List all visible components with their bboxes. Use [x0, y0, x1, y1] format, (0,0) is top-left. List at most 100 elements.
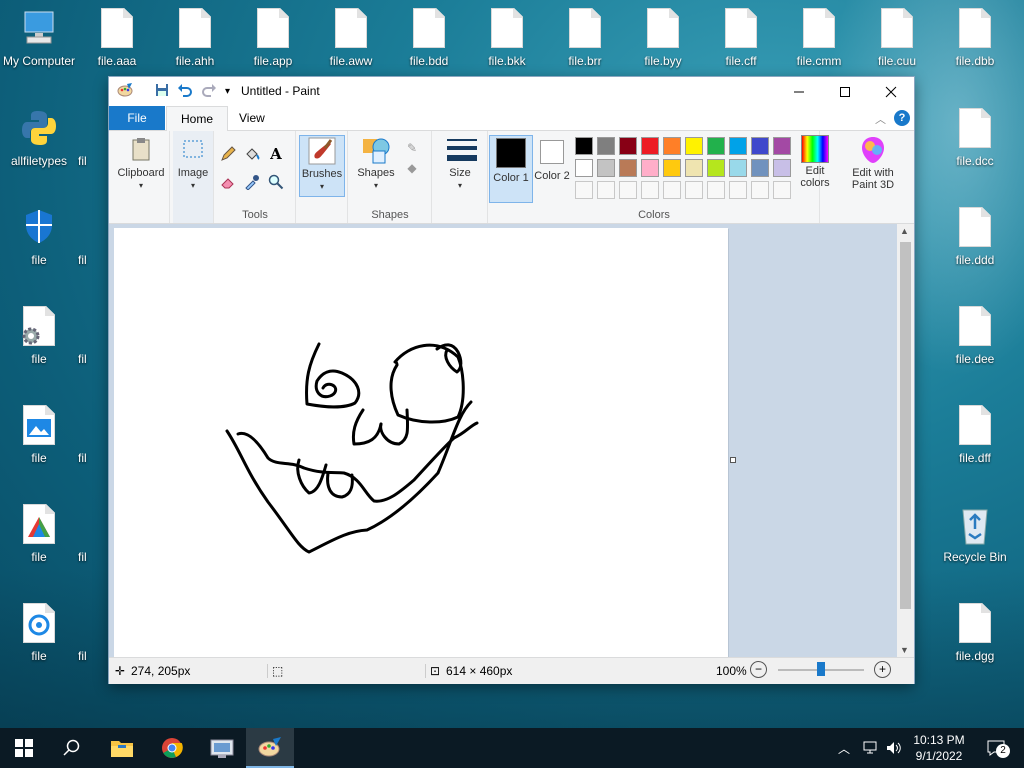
shape-fill-icon[interactable]: ◆	[403, 159, 421, 177]
tab-file[interactable]: File	[109, 106, 165, 130]
palette-custom-slot[interactable]	[773, 181, 791, 199]
palette-custom-slot[interactable]	[751, 181, 769, 199]
palette-color-swatch[interactable]	[641, 137, 659, 155]
palette-color-swatch[interactable]	[707, 137, 725, 155]
desktop-file-icon[interactable]: file.ddd	[936, 207, 1014, 267]
palette-color-swatch[interactable]	[575, 159, 593, 177]
title-bar[interactable]: ▾ Untitled - Paint	[109, 77, 914, 106]
edit-with-paint3d-button[interactable]: Edit with Paint 3D	[845, 135, 901, 191]
start-button[interactable]	[0, 728, 48, 768]
palette-color-swatch[interactable]	[663, 159, 681, 177]
palette-custom-slot[interactable]	[663, 181, 681, 199]
palette-custom-slot[interactable]	[575, 181, 593, 199]
palette-custom-slot[interactable]	[685, 181, 703, 199]
search-button[interactable]	[48, 728, 96, 768]
eraser-icon[interactable]	[219, 173, 237, 191]
palette-color-swatch[interactable]	[575, 137, 593, 155]
desktop-file-icon[interactable]: file.cff	[702, 8, 780, 68]
desktop-icon-file-shield[interactable]: file	[0, 207, 78, 267]
fill-bucket-icon[interactable]	[243, 145, 261, 163]
help-icon[interactable]: ?	[894, 110, 910, 126]
desktop-file-icon[interactable]: file.byy	[624, 8, 702, 68]
tab-view[interactable]: View	[225, 106, 279, 130]
pencil-icon[interactable]	[219, 145, 237, 163]
brushes-button[interactable]: Brushes ▾	[299, 135, 345, 197]
drawing-canvas[interactable]	[114, 228, 728, 657]
vertical-scrollbar[interactable]: ▲ ▼	[897, 224, 914, 657]
scroll-down-icon[interactable]: ▼	[900, 645, 909, 655]
desktop-icon-file-prism[interactable]: file	[0, 504, 78, 564]
undo-icon[interactable]	[177, 83, 193, 100]
desktop-icon-my-computer[interactable]: My Computer	[0, 8, 78, 68]
desktop-file-icon[interactable]: file.dgg	[936, 603, 1014, 663]
network-icon[interactable]	[862, 728, 878, 768]
palette-color-swatch[interactable]	[729, 137, 747, 155]
tab-home[interactable]: Home	[166, 106, 229, 131]
size-button[interactable]: Size ▾	[437, 135, 483, 191]
desktop-file-icon[interactable]: file.dff	[936, 405, 1014, 465]
text-tool-icon[interactable]: A	[267, 145, 285, 163]
maximize-button[interactable]	[822, 77, 868, 106]
palette-color-swatch[interactable]	[773, 137, 791, 155]
desktop-file-icon[interactable]: file.aww	[312, 8, 390, 68]
palette-custom-slot[interactable]	[729, 181, 747, 199]
palette-color-swatch[interactable]	[619, 137, 637, 155]
palette-color-swatch[interactable]	[663, 137, 681, 155]
save-icon[interactable]	[155, 83, 169, 100]
desktop-file-icon[interactable]: file.brr	[546, 8, 624, 68]
desktop-file-icon[interactable]: file.app	[234, 8, 312, 68]
zoom-slider[interactable]	[778, 662, 864, 676]
canvas-resize-handle[interactable]	[730, 457, 736, 463]
minimize-button[interactable]	[776, 77, 822, 106]
desktop-file-icon[interactable]: file.ahh	[156, 8, 234, 68]
palette-color-swatch[interactable]	[597, 159, 615, 177]
color1-button[interactable]: Color 1	[489, 135, 533, 203]
palette-color-swatch[interactable]	[751, 159, 769, 177]
desktop-icon-file-disc[interactable]: file	[0, 603, 78, 663]
paint-window[interactable]: ▾ Untitled - Paint File Home View ︿ ? Cl…	[109, 77, 914, 684]
action-center-button[interactable]: 2	[982, 728, 1010, 768]
palette-color-swatch[interactable]	[685, 159, 703, 177]
color2-button[interactable]: Color 2	[533, 135, 571, 182]
volume-icon[interactable]	[886, 728, 902, 768]
edit-colors-button[interactable]: Edit colors	[795, 135, 835, 189]
desktop-icon-file-gear[interactable]: file	[0, 306, 78, 366]
palette-color-swatch[interactable]	[641, 159, 659, 177]
desktop-file-icon[interactable]: file.dbb	[936, 8, 1014, 68]
desktop-file-icon[interactable]: file.dcc	[936, 108, 1014, 168]
paint-app-icon[interactable]	[117, 82, 133, 101]
desktop-icon-allfiletypes[interactable]: allfiletypes	[0, 108, 78, 168]
show-hidden-icons-button[interactable]: ︿	[838, 728, 850, 768]
palette-color-swatch[interactable]	[685, 137, 703, 155]
palette-color-swatch[interactable]	[751, 137, 769, 155]
palette-custom-slot[interactable]	[619, 181, 637, 199]
palette-custom-slot[interactable]	[707, 181, 725, 199]
close-button[interactable]	[868, 77, 914, 106]
control-panel-button[interactable]	[198, 728, 246, 768]
scrollbar-thumb[interactable]	[900, 242, 911, 609]
desktop-file-icon[interactable]: file.aaa	[78, 8, 156, 68]
desktop-file-icon[interactable]: file.bkk	[468, 8, 546, 68]
chrome-button[interactable]	[148, 728, 196, 768]
outline-icon[interactable]: ✎	[403, 139, 421, 157]
palette-color-swatch[interactable]	[773, 159, 791, 177]
clipboard-button[interactable]: Clipboard ▾	[113, 135, 169, 191]
desktop-file-icon[interactable]: file.dee	[936, 306, 1014, 366]
customize-toolbar-icon[interactable]: ▾	[225, 86, 230, 97]
color-picker-icon[interactable]	[243, 173, 261, 191]
palette-color-swatch[interactable]	[619, 159, 637, 177]
desktop-file-icon[interactable]: file.cmm	[780, 8, 858, 68]
zoom-slider-thumb[interactable]	[817, 662, 825, 676]
desktop-file-icon[interactable]: file.bdd	[390, 8, 468, 68]
paint-taskbar-button[interactable]	[246, 728, 294, 768]
palette-custom-slot[interactable]	[597, 181, 615, 199]
palette-custom-slot[interactable]	[641, 181, 659, 199]
shapes-button[interactable]: Shapes ▾	[351, 135, 401, 191]
clock[interactable]: 10:13 PM 9/1/2022	[906, 728, 972, 768]
scroll-up-icon[interactable]: ▲	[900, 226, 909, 236]
desktop-icon-recycle-bin[interactable]: Recycle Bin	[936, 504, 1014, 564]
palette-color-swatch[interactable]	[597, 137, 615, 155]
palette-color-swatch[interactable]	[707, 159, 725, 177]
file-explorer-button[interactable]	[98, 728, 146, 768]
palette-color-swatch[interactable]	[729, 159, 747, 177]
